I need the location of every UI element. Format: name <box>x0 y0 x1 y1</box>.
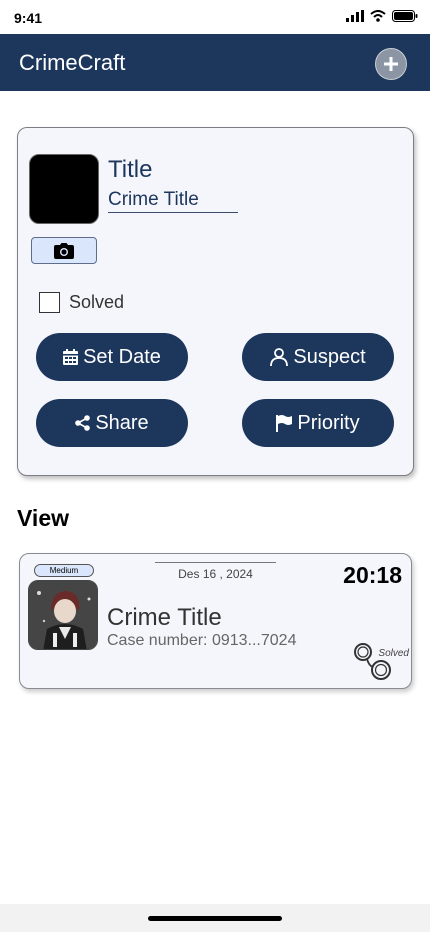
priority-label: Priority <box>297 411 360 434</box>
bottom-bar <box>0 904 430 932</box>
crime-form-card: Title Solved Set Date Suspect Share <box>17 127 414 476</box>
calendar-icon <box>63 349 79 365</box>
battery-icon <box>392 10 418 22</box>
status-bar: 9:41 <box>0 0 430 34</box>
share-icon <box>75 415 91 431</box>
app-title: CrimeCraft <box>19 50 126 75</box>
signal-icon <box>346 10 364 22</box>
app-bar: CrimeCraft <box>0 34 430 91</box>
share-label: Share <box>95 411 149 434</box>
crime-time: 20:18 <box>343 562 402 588</box>
date-divider <box>155 562 276 563</box>
title-input[interactable] <box>108 188 238 213</box>
solved-label: Solved <box>69 292 125 312</box>
wifi-icon <box>370 10 386 22</box>
solved-status: Solved <box>378 648 409 659</box>
crime-list-item[interactable]: Medium Des 16 , 2024 20:18 Crime Title C… <box>19 553 412 689</box>
person-icon <box>270 348 289 366</box>
crime-photo[interactable] <box>29 154 99 224</box>
camera-button[interactable] <box>31 237 97 264</box>
case-number: Case number: 0913...7024 <box>107 632 297 649</box>
suspect-button[interactable]: Suspect <box>242 333 394 381</box>
priority-badge: Medium <box>34 564 94 577</box>
status-icons <box>346 10 418 22</box>
crime-date: Des 16 , 2024 <box>178 567 253 581</box>
handcuffs-icon <box>354 643 391 680</box>
title-label: Title <box>108 156 153 183</box>
plus-icon <box>384 57 398 71</box>
add-button[interactable] <box>375 48 407 80</box>
status-time: 9:41 <box>14 10 43 26</box>
priority-button[interactable]: Priority <box>242 399 394 447</box>
home-indicator[interactable] <box>148 916 282 921</box>
camera-icon <box>54 242 74 259</box>
set-date-label: Set Date <box>83 345 161 368</box>
crime-title: Crime Title <box>107 604 222 631</box>
flag-icon <box>276 414 293 432</box>
set-date-button[interactable]: Set Date <box>36 333 188 381</box>
solved-checkbox[interactable] <box>39 292 60 313</box>
crime-avatar <box>28 580 98 650</box>
suspect-label: Suspect <box>293 345 366 368</box>
section-title: View <box>17 505 69 531</box>
share-button[interactable]: Share <box>36 399 188 447</box>
